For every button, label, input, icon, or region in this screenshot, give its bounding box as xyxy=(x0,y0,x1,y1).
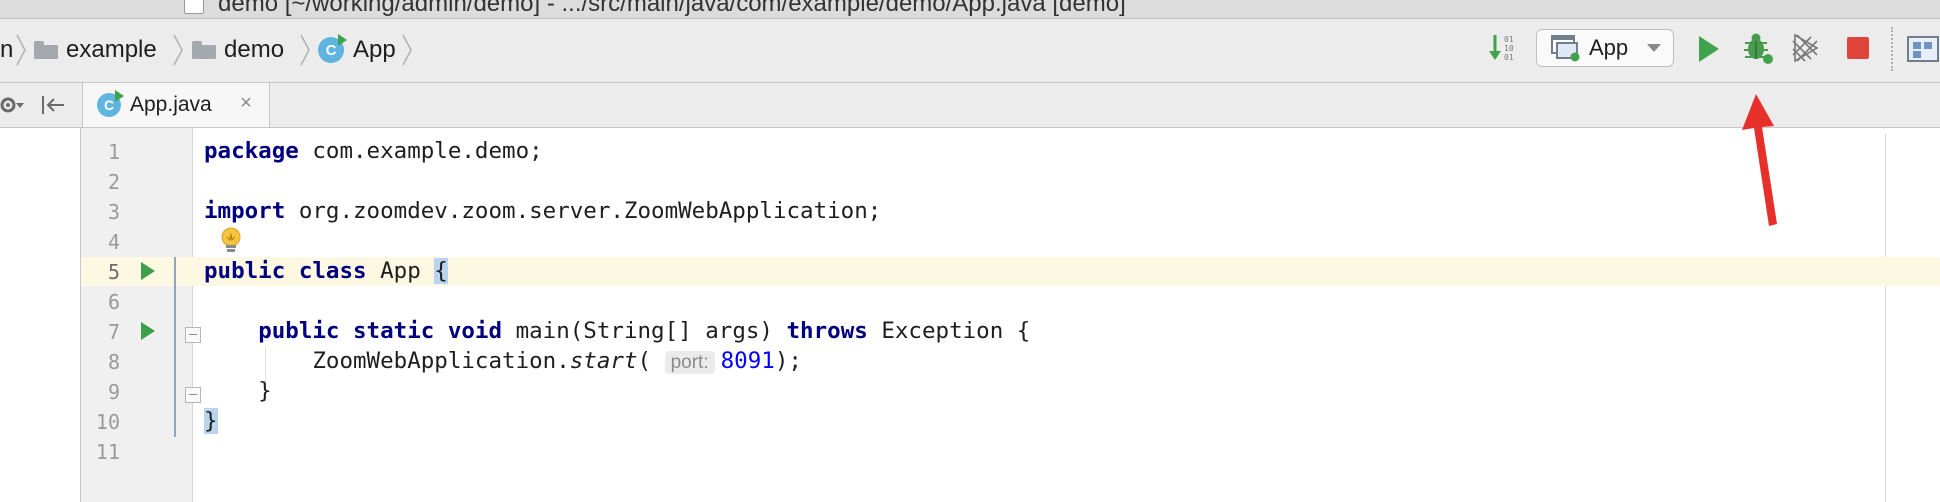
code-text: com.example.demo; xyxy=(298,138,543,164)
chevron-right-icon xyxy=(300,34,310,66)
code-line-5: public class App { xyxy=(204,258,448,284)
window-title: demo [~/working/admin/demo] - .../src/ma… xyxy=(218,0,1126,17)
line-number: 7 xyxy=(107,320,120,344)
code-text: main(String[] args) xyxy=(502,318,787,344)
line-number: 1 xyxy=(107,140,120,164)
line-number: 10 xyxy=(95,410,120,434)
chevron-right-icon xyxy=(16,34,26,66)
run-config-label: App xyxy=(1589,35,1629,60)
code-line-8: ZoomWebApplication.start( port: 8091); xyxy=(204,348,802,374)
code-line-9: } xyxy=(204,378,272,404)
code-line-7: public static void main(String[] args) t… xyxy=(204,318,1030,344)
run-config-icon xyxy=(1551,35,1580,62)
keyword: throws xyxy=(786,318,868,344)
method-scope-indicator xyxy=(174,257,176,437)
close-icon[interactable]: × xyxy=(237,93,255,113)
matched-brace: } xyxy=(204,408,218,434)
code-editor[interactable] xyxy=(193,128,1885,502)
fold-toggle-icon[interactable] xyxy=(185,327,201,343)
keyword: package xyxy=(204,138,299,164)
editor-tab-strip: C App.java × xyxy=(0,83,1940,128)
code-text: Exception { xyxy=(867,318,1031,344)
run-gutter-icon[interactable] xyxy=(141,322,155,340)
document-icon xyxy=(184,0,204,14)
line-number: 6 xyxy=(107,290,120,314)
code-text: } xyxy=(204,378,272,404)
project-tool-window xyxy=(0,128,81,502)
svg-text:01: 01 xyxy=(1504,53,1514,62)
run-gutter-icon[interactable] xyxy=(141,262,155,280)
code-text: ); xyxy=(774,348,802,374)
stop-icon[interactable] xyxy=(1845,35,1871,61)
sort-binary-icon[interactable]: 01 10 01 xyxy=(1488,33,1522,65)
breadcrumb-label: App xyxy=(353,36,396,63)
collapse-left-icon[interactable] xyxy=(40,93,66,117)
code-line-1: package com.example.demo; xyxy=(204,138,543,164)
keyword: public class xyxy=(204,258,367,284)
breadcrumb-item-example[interactable]: example xyxy=(34,34,157,66)
run-configuration-select[interactable]: App xyxy=(1536,29,1674,67)
line-number: 4 xyxy=(107,230,120,254)
chevron-right-icon xyxy=(173,34,183,66)
line-number: 3 xyxy=(107,200,120,224)
line-number: 5 xyxy=(107,260,120,284)
code-line-3: import org.zoomdev.zoom.server.ZoomWebAp… xyxy=(204,198,881,224)
breadcrumb-label: demo xyxy=(224,36,285,63)
coverage-icon[interactable] xyxy=(1791,31,1823,65)
code-text: App xyxy=(366,258,435,284)
keyword: public static void xyxy=(258,318,503,344)
line-number: 9 xyxy=(107,380,120,404)
keyword: import xyxy=(204,198,286,224)
code-line-10: } xyxy=(204,408,218,434)
line-number: 2 xyxy=(107,170,120,194)
toolbar-divider xyxy=(1891,27,1893,71)
right-margin-guide xyxy=(1885,134,1886,502)
chevron-down-icon xyxy=(1647,44,1661,52)
java-class-icon: C xyxy=(97,90,124,117)
breadcrumb-item-app[interactable]: C App xyxy=(318,34,396,66)
window-title-bar: demo [~/working/admin/demo] - .../src/ma… xyxy=(0,0,1940,19)
annotation-arrow xyxy=(1742,94,1777,226)
svg-text:10: 10 xyxy=(1504,44,1514,53)
folder-icon xyxy=(192,41,216,59)
fold-toggle-icon[interactable] xyxy=(185,387,201,403)
java-class-icon: C xyxy=(318,34,347,63)
matched-brace: { xyxy=(434,258,448,284)
code-text: org.zoomdev.zoom.server.ZoomWebApplicati… xyxy=(285,198,882,224)
line-number: 8 xyxy=(107,350,120,374)
tab-app-java[interactable]: C App.java × xyxy=(82,83,270,127)
code-text: ZoomWebApplication. xyxy=(312,348,570,374)
navigation-bar: n example demo C App 01 10 01 App xyxy=(0,19,1940,83)
chevron-right-icon xyxy=(402,34,412,66)
project-structure-icon[interactable] xyxy=(1904,33,1940,65)
debug-icon[interactable] xyxy=(1740,30,1776,66)
svg-text:01: 01 xyxy=(1504,35,1514,44)
line-number: 11 xyxy=(95,440,120,464)
breadcrumb-item-demo[interactable]: demo xyxy=(192,34,284,66)
code-text: ( xyxy=(637,348,665,374)
breadcrumb-label: example xyxy=(66,36,157,63)
number-literal: 8091 xyxy=(720,348,775,374)
breadcrumb-label: n xyxy=(0,36,14,63)
breadcrumb-item-parent[interactable]: n xyxy=(0,34,13,66)
run-icon[interactable] xyxy=(1696,33,1722,65)
folder-icon xyxy=(34,41,58,59)
intention-bulb-icon[interactable] xyxy=(219,226,243,256)
static-method-call: start xyxy=(569,348,638,374)
gear-icon[interactable] xyxy=(0,95,26,115)
parameter-hint: port: xyxy=(664,351,715,374)
tab-label: App.java xyxy=(130,93,212,116)
